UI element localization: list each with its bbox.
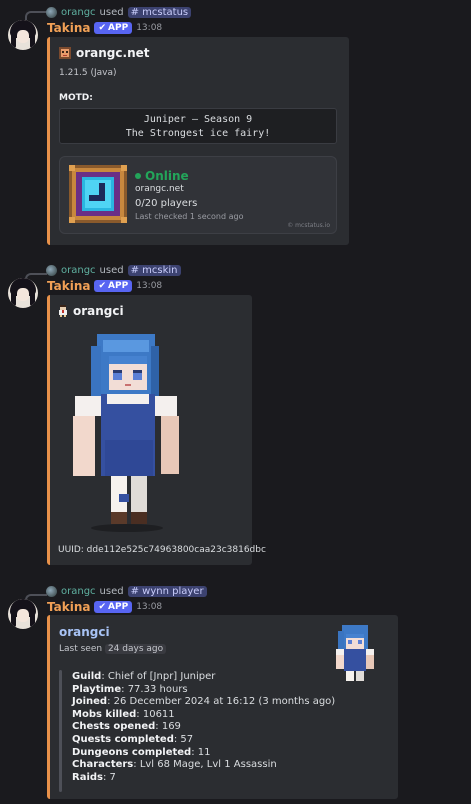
slash-command[interactable]: # wynn player bbox=[127, 585, 207, 597]
avatar[interactable] bbox=[8, 20, 38, 50]
reply-username[interactable]: orangc bbox=[61, 586, 96, 597]
stat-value: : 26 December 2024 at 16:12 (3 months ag… bbox=[107, 696, 336, 708]
timestamp: 13:08 bbox=[136, 602, 163, 612]
stat-label: Raids bbox=[72, 771, 103, 783]
player-thumbnail-image[interactable] bbox=[336, 625, 374, 681]
player-count: 0/20 players bbox=[135, 198, 198, 209]
stat-row: Chests opened: 169 bbox=[72, 721, 181, 732]
reply-avatar[interactable] bbox=[46, 585, 57, 597]
author-name[interactable]: Takina bbox=[47, 600, 90, 614]
reply-preview[interactable]: orangc used # mcskin bbox=[46, 263, 181, 277]
status-dot-icon bbox=[135, 173, 141, 179]
embed-skin: orangci UUID: dde112e525c74963800caa23c3… bbox=[47, 295, 266, 565]
last-seen: Last seen 24 days ago bbox=[59, 644, 167, 654]
motd-line-2: The Strongest ice fairy! bbox=[125, 128, 271, 139]
watermark: © mcstatus.io bbox=[287, 222, 330, 229]
avatar[interactable] bbox=[8, 599, 38, 629]
stat-value: : Chief of [Jnpr] Juniper bbox=[101, 671, 216, 682]
check-icon: ✔ bbox=[98, 23, 107, 33]
server-favicon-icon bbox=[59, 47, 71, 59]
app-badge: ✔ APP bbox=[94, 22, 133, 34]
server-address: orangc.net bbox=[135, 184, 184, 194]
server-name[interactable]: orangc.net bbox=[76, 46, 149, 60]
embed-wynn-player: orangci Last seen 24 days ago Guild: Chi… bbox=[47, 615, 398, 799]
stat-row: Quests completed: 57 bbox=[72, 734, 193, 745]
stat-label: Dungeons completed bbox=[72, 746, 192, 758]
stat-row: Characters: Lvl 68 Mage, Lvl 1 Assassin bbox=[72, 759, 277, 770]
motd-line-1: Juniper — Season 9 bbox=[143, 114, 253, 125]
blockquote-bar bbox=[59, 670, 62, 792]
reply-connector bbox=[25, 11, 47, 20]
last-checked: Last checked 1 second ago bbox=[135, 212, 244, 221]
reply-preview[interactable]: orangc used # mcstatus bbox=[46, 5, 192, 19]
stat-row: Playtime: 77.33 hours bbox=[72, 684, 188, 695]
player-head-icon bbox=[59, 305, 67, 317]
reply-avatar[interactable] bbox=[46, 6, 57, 18]
server-version: 1.21.5 (Java) bbox=[59, 68, 117, 78]
stat-row: Dungeons completed: 11 bbox=[72, 747, 211, 758]
embed-author: orangci bbox=[58, 304, 124, 318]
reply-verb: used bbox=[99, 264, 124, 276]
check-icon: ✔ bbox=[98, 281, 107, 291]
stat-label: Playtime bbox=[72, 683, 122, 695]
check-icon: ✔ bbox=[98, 602, 107, 612]
server-icon bbox=[69, 165, 127, 223]
slash-command[interactable]: # mcstatus bbox=[127, 6, 192, 18]
reply-preview[interactable]: orangc used # wynn player bbox=[46, 584, 207, 598]
message-header: Takina ✔ APP 13:08 bbox=[47, 600, 162, 614]
stat-value: : 10611 bbox=[136, 708, 175, 720]
stat-row: Raids: 7 bbox=[72, 772, 116, 783]
slash-command[interactable]: # mcskin bbox=[127, 264, 181, 276]
reply-avatar[interactable] bbox=[46, 264, 57, 276]
stat-label: Guild bbox=[72, 671, 102, 682]
stat-label: Chests opened bbox=[72, 721, 156, 733]
author-name[interactable]: Takina bbox=[47, 21, 90, 35]
stat-value: : 7 bbox=[103, 771, 116, 783]
motd-label: MOTD: bbox=[59, 93, 93, 103]
reply-verb: used bbox=[99, 6, 124, 18]
message-header: Takina ✔ APP 13:08 bbox=[47, 279, 162, 293]
last-seen-value: 24 days ago bbox=[104, 644, 167, 654]
player-name[interactable]: orangci bbox=[59, 625, 110, 639]
stat-value: : 169 bbox=[155, 721, 181, 733]
motd-codeblock: Juniper — Season 9 The Strongest ice fai… bbox=[59, 108, 337, 144]
stat-label: Quests completed bbox=[72, 734, 174, 745]
player-name[interactable]: orangci bbox=[73, 304, 124, 318]
stat-label: Joined bbox=[72, 696, 108, 708]
status-text: Online bbox=[145, 169, 189, 183]
author-name[interactable]: Takina bbox=[47, 279, 90, 293]
embed-server-status: orangc.net 1.21.5 (Java) MOTD: Juniper —… bbox=[47, 37, 349, 245]
stat-value: : 57 bbox=[173, 734, 194, 745]
stat-value: : 11 bbox=[191, 746, 211, 758]
stat-value: : Lvl 68 Mage, Lvl 1 Assassin bbox=[133, 759, 277, 771]
app-badge: ✔ APP bbox=[94, 280, 133, 292]
online-status: Online bbox=[135, 169, 189, 183]
stat-value: : 77.33 hours bbox=[121, 683, 188, 695]
reply-username[interactable]: orangc bbox=[61, 265, 96, 276]
stat-label: Mobs killed bbox=[72, 708, 137, 720]
timestamp: 13:08 bbox=[136, 281, 163, 291]
stat-row: Mobs killed: 10611 bbox=[72, 709, 175, 720]
stat-row: Joined: 26 December 2024 at 16:12 (3 mon… bbox=[72, 696, 335, 707]
reply-username[interactable]: orangc bbox=[61, 7, 96, 18]
message-header: Takina ✔ APP 13:08 bbox=[47, 21, 162, 35]
stat-label: Characters bbox=[72, 759, 134, 771]
app-badge: ✔ APP bbox=[94, 601, 133, 613]
player-uuid: UUID: dde112e525c74963800caa23c3816dbc bbox=[58, 545, 266, 555]
timestamp: 13:08 bbox=[136, 23, 163, 33]
embed-author: orangc.net bbox=[59, 46, 149, 60]
reply-verb: used bbox=[99, 585, 124, 597]
stat-row: Guild: Chief of [Jnpr] Juniper bbox=[72, 671, 215, 682]
status-card[interactable]: Online orangc.net 0/20 players Last chec… bbox=[59, 156, 337, 234]
last-seen-label: Last seen bbox=[59, 644, 103, 654]
skin-render-image[interactable] bbox=[69, 332, 189, 532]
avatar[interactable] bbox=[8, 278, 38, 308]
